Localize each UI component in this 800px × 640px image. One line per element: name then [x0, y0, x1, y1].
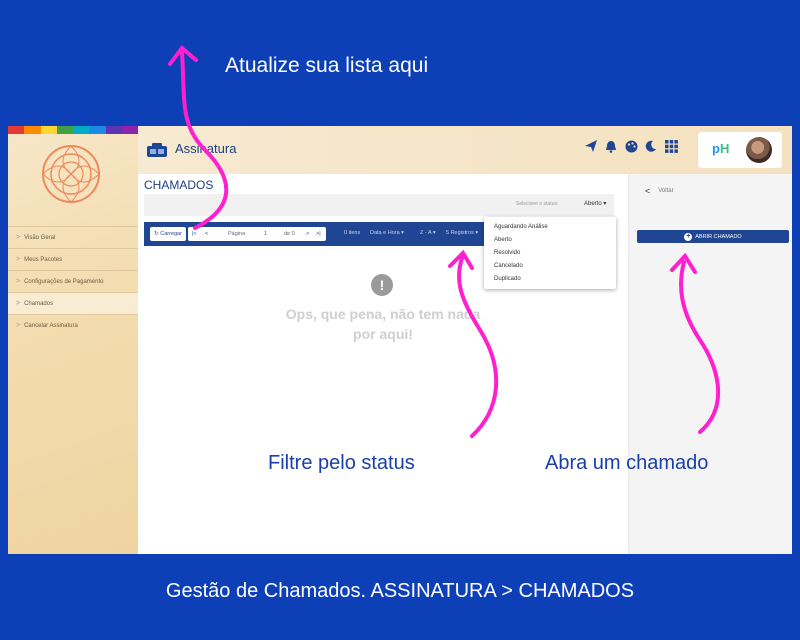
refresh-button[interactable]: ↻ Carregar — [150, 227, 186, 241]
sidebar-item-label: Cancelar Assinatura — [24, 322, 78, 329]
status-filter-bar: Selecione o status: Aberto ▾ — [144, 194, 614, 216]
main-content: CHAMADOS Selecione o status: Aberto ▾ ↻ … — [138, 174, 628, 554]
sidebar-item-visao-geral[interactable]: > Visão Geral — [8, 226, 138, 248]
status-option[interactable]: Cancelado — [484, 259, 616, 272]
chevron-right-icon: > — [16, 300, 21, 307]
empty-state-message: Ops, que pena, não tem nada por aqui! — [268, 304, 498, 344]
sidebar-item-cancelar-assinatura[interactable]: > Cancelar Assinatura — [8, 314, 138, 336]
sidebar-item-meus-pacotes[interactable]: > Meus Pacotes — [8, 248, 138, 270]
rainbow-segment — [40, 126, 57, 134]
status-select-value: Aberto — [584, 201, 602, 207]
caption-refresh: Atualize sua lista aqui — [225, 54, 429, 77]
per-page-select[interactable]: 5 Registros ▾ — [446, 230, 478, 236]
rainbow-segment — [73, 126, 90, 134]
header-icons — [583, 138, 679, 154]
chevron-left-icon: < — [645, 186, 651, 196]
page-title: CHAMADOS — [144, 178, 214, 192]
apps-grid-icon[interactable] — [663, 138, 679, 154]
alert-icon: ! — [371, 274, 393, 296]
sidebar-item-label: Meus Pacotes — [24, 256, 63, 263]
bell-icon[interactable] — [603, 138, 619, 154]
chevron-right-icon: > — [16, 234, 21, 241]
sidebar-menu: > Visão Geral > Meus Pacotes > Configuraçõe… — [8, 226, 138, 336]
sidebar: > Visão Geral > Meus Pacotes > Configuraçõe… — [8, 126, 138, 554]
top-header: Assinatura pH — [138, 126, 792, 174]
arrow-refresh-head — [168, 45, 198, 66]
sort-order-value: Z - A — [420, 230, 432, 236]
sort-order-select[interactable]: Z - A ▾ — [420, 230, 436, 236]
plus-icon: + — [684, 232, 693, 241]
subscription-icon — [147, 143, 167, 157]
prev-page-icon[interactable]: < — [205, 231, 208, 237]
status-label: Selecione o status: — [516, 201, 559, 207]
palette-icon[interactable] — [623, 138, 639, 154]
status-dropdown: Aguardando Análise Aberto Resolvido Canc… — [484, 217, 616, 289]
status-option[interactable]: Aguardando Análise — [484, 220, 616, 233]
rainbow-segment — [89, 126, 106, 134]
right-panel: < Voltar + ABRIR CHAMADO — [628, 174, 792, 554]
open-ticket-button[interactable]: + ABRIR CHAMADO — [637, 230, 789, 243]
chevron-right-icon: > — [16, 322, 21, 329]
caption-footer: Gestão de Chamados. ASSINATURA > CHAMADO… — [165, 580, 635, 602]
chevron-right-icon: > — [16, 256, 21, 263]
status-select[interactable]: Aberto ▾ — [584, 200, 606, 207]
sort-field-value: Data e Hora — [370, 230, 400, 236]
next-page-icon[interactable]: > — [306, 231, 309, 237]
sidebar-item-label: Visão Geral — [24, 234, 56, 241]
sort-field-select[interactable]: Data e Hora ▾ — [370, 230, 404, 236]
chevron-right-icon: > — [16, 278, 21, 285]
status-option[interactable]: Duplicado — [484, 272, 616, 285]
status-option[interactable]: Aberto — [484, 233, 616, 246]
app-screenshot: > Visão Geral > Meus Pacotes > Configuraçõe… — [8, 126, 792, 554]
moon-icon[interactable] — [643, 138, 659, 154]
last-page-icon[interactable]: >| — [316, 231, 321, 237]
rainbow-segment — [24, 126, 41, 134]
rainbow-strip — [8, 126, 138, 134]
app-title: Assinatura — [175, 141, 237, 156]
back-link[interactable]: < Voltar — [645, 186, 674, 196]
sidebar-item-chamados[interactable]: > Chamados — [8, 292, 138, 314]
send-icon[interactable] — [583, 138, 599, 154]
pagination: |< < Página 1 de 0 > >| — [188, 227, 326, 241]
page-input[interactable]: 1 — [264, 231, 267, 237]
rainbow-segment — [105, 126, 122, 134]
open-ticket-label: ABRIR CHAMADO — [695, 233, 742, 240]
rainbow-segment — [8, 126, 25, 134]
sidebar-item-label: Configurações de Pagamento — [24, 278, 104, 285]
brand-logo-icon — [42, 145, 100, 203]
brand-logo-text: pH — [712, 141, 730, 156]
sidebar-item-configuracoes-pagamento[interactable]: > Configurações de Pagamento — [8, 270, 138, 292]
page-label: Página — [228, 231, 246, 237]
per-page-value: 5 Registros — [446, 230, 474, 236]
rainbow-segment — [121, 126, 138, 134]
page-total: de 0 — [284, 231, 295, 237]
status-option[interactable]: Resolvido — [484, 246, 616, 259]
items-count: 0 itens — [344, 230, 361, 236]
caption-filter: Filtre pelo status — [268, 452, 415, 474]
refresh-label: Carregar — [160, 231, 182, 237]
first-page-icon[interactable]: |< — [192, 231, 197, 237]
caret-down-icon: ▾ — [603, 201, 607, 207]
rainbow-segment — [56, 126, 73, 134]
empty-line-2: por aqui! — [353, 326, 413, 342]
caption-open: Abra um chamado — [545, 452, 709, 474]
empty-line-1: Ops, que pena, não tem nada — [285, 306, 481, 322]
avatar[interactable] — [746, 137, 772, 163]
brand-box: pH — [698, 132, 782, 168]
back-label: Voltar — [658, 188, 674, 194]
sidebar-item-label: Chamados — [24, 300, 54, 307]
